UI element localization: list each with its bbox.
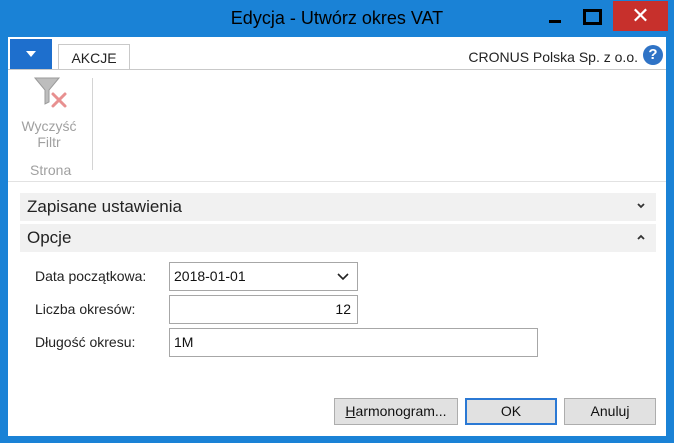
schedule-button[interactable]: Harmonogram... — [334, 398, 458, 425]
chevron-up-icon — [636, 227, 646, 250]
dialog-window: Edycja - Utwórz okres VAT ✕ AKCJE CRONUS… — [0, 0, 674, 443]
window-title: Edycja - Utwórz okres VAT — [230, 8, 444, 28]
close-icon: ✕ — [631, 3, 650, 28]
maximize-button[interactable] — [575, 2, 609, 31]
period-length-field[interactable]: 1M — [169, 328, 538, 357]
application-menu-button[interactable] — [10, 39, 52, 69]
period-count-field[interactable]: 12 — [169, 295, 358, 324]
ribbon-panel: Wyczyść Filtr Strona — [8, 69, 666, 182]
help-icon[interactable]: ? — [643, 45, 663, 65]
clear-filter-icon — [29, 76, 69, 112]
ribbon-group-label: Strona — [30, 162, 72, 178]
chevron-down-icon — [636, 196, 646, 219]
company-name: CRONUS Polska Sp. z o.o. — [468, 49, 638, 65]
start-date-value: 2018-01-01 — [174, 268, 246, 284]
ok-button[interactable]: OK — [465, 398, 557, 425]
ribbon-tab-bar: AKCJE CRONUS Polska Sp. z o.o. ? — [8, 37, 666, 70]
fasttab-options-label: Opcje — [27, 228, 72, 247]
maximize-icon — [582, 8, 602, 25]
schedule-button-accel: H — [345, 403, 356, 419]
schedule-button-label: armonogram... — [355, 403, 447, 419]
menu-dropdown-icon — [26, 51, 36, 57]
fasttab-options[interactable]: Opcje — [20, 224, 656, 252]
tab-akcje[interactable]: AKCJE — [58, 44, 130, 70]
title-bar[interactable]: Edycja - Utwórz okres VAT ✕ — [1, 1, 673, 37]
start-date-label: Data początkowa: — [35, 268, 147, 284]
clear-filter-button[interactable]: Wyczyść Filtr — [18, 76, 80, 150]
minimize-icon — [549, 20, 561, 23]
ribbon-group-separator — [92, 78, 93, 170]
cancel-button[interactable]: Anuluj — [564, 398, 656, 425]
close-button[interactable]: ✕ — [613, 1, 668, 31]
start-date-field[interactable]: 2018-01-01 — [169, 262, 358, 291]
clear-filter-label-line2: Filtr — [37, 134, 61, 150]
minimize-button[interactable] — [540, 2, 570, 31]
dialog-client-area: AKCJE CRONUS Polska Sp. z o.o. ? Wyczyść… — [8, 37, 666, 436]
chevron-down-icon[interactable] — [337, 263, 349, 299]
ribbon-divider — [8, 181, 666, 182]
period-count-label: Liczba okresów: — [35, 301, 136, 317]
fasttab-saved-settings[interactable]: Zapisane ustawienia — [20, 193, 656, 221]
period-length-label: Długość okresu: — [35, 334, 136, 350]
clear-filter-label-line1: Wyczyść — [21, 118, 77, 134]
fasttab-saved-settings-label: Zapisane ustawienia — [27, 197, 182, 216]
